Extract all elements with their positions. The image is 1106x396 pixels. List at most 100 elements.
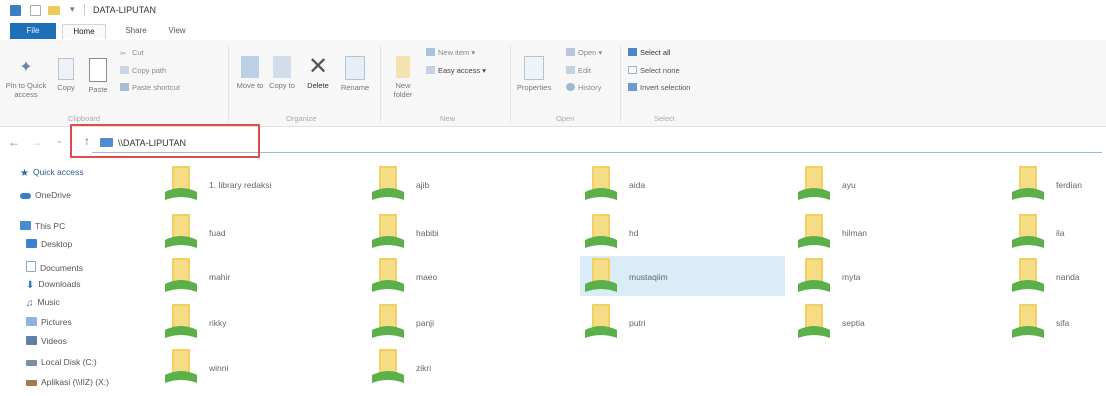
folder-icon (798, 214, 830, 248)
clipboard-group-label: Clipboard (68, 114, 101, 123)
back-arrow-icon[interactable]: ← (8, 135, 20, 149)
folder-icon (1012, 214, 1044, 248)
nav-documents[interactable]: Documents (26, 261, 83, 273)
easy-access-icon (426, 66, 435, 74)
folder-icon (165, 349, 197, 383)
paste-shortcut-button[interactable]: Paste shortcut (120, 83, 180, 93)
folder-item[interactable]: habibi (372, 212, 582, 258)
paste-button[interactable]: Paste (84, 58, 112, 94)
history-button[interactable]: History (566, 83, 601, 93)
folder-item[interactable]: ajib (372, 164, 582, 210)
open-button[interactable]: Open ▾ (566, 48, 602, 58)
nav-videos[interactable]: Videos (26, 336, 67, 346)
customize-qa-dropdown-icon[interactable]: ▾ (70, 4, 75, 15)
folder-item[interactable]: putri (585, 302, 795, 348)
folder-icon (585, 304, 617, 338)
folder-icon (372, 258, 404, 292)
music-icon: ♫ (26, 298, 34, 309)
folder-item[interactable]: mahir (165, 256, 375, 302)
copy-path-icon (120, 66, 129, 74)
folder-item[interactable]: aida (585, 164, 795, 210)
folder-item[interactable]: sifa (1012, 302, 1102, 348)
delete-button[interactable]: ✕ Delete (302, 55, 334, 91)
rename-button[interactable]: Rename (338, 56, 372, 92)
folder-item[interactable]: maeo (372, 256, 582, 302)
easy-access-button[interactable]: Easy access ▾ (426, 66, 486, 76)
forward-arrow-icon[interactable]: → (30, 135, 42, 149)
select-none-button[interactable]: Select none (628, 66, 680, 76)
folder-item[interactable]: ayu (798, 164, 1008, 210)
copy-path-label: Copy path (132, 66, 167, 75)
folder-name: nanda (1056, 272, 1080, 282)
folder-icon (1012, 304, 1044, 338)
explorer-app-icon (10, 5, 21, 16)
new-folder-button[interactable]: New folder (388, 56, 418, 99)
folder-icon (165, 166, 197, 200)
edit-button[interactable]: Edit (566, 66, 591, 76)
window-title: DATA-LIPUTAN (93, 5, 157, 15)
nav-music[interactable]: ♫ Music (26, 297, 60, 309)
folder-name: ayu (842, 180, 856, 190)
folder-item[interactable]: hilman (798, 212, 1008, 258)
invert-selection-button[interactable]: Invert selection (628, 83, 690, 93)
copy-to-label: Copy to (269, 81, 295, 90)
open-label: Open (578, 48, 597, 57)
copy-to-button[interactable]: Copy to (268, 56, 296, 90)
history-icon (566, 83, 575, 91)
properties-button[interactable]: Properties (514, 56, 554, 92)
nav-this-pc[interactable]: This PC (20, 221, 65, 231)
copy-path-button[interactable]: Copy path (120, 66, 166, 76)
disk-icon (26, 360, 37, 366)
folder-name: fuad (209, 228, 226, 238)
move-to-label: Move to (236, 81, 264, 90)
folder-name: septia (842, 318, 865, 328)
move-to-button[interactable]: Move to (236, 56, 264, 90)
invert-selection-label: Invert selection (640, 83, 691, 92)
tab-file[interactable]: File (10, 23, 56, 39)
folder-item[interactable]: myta (798, 256, 1008, 302)
select-none-icon (628, 66, 637, 74)
tab-home[interactable]: Home (62, 24, 106, 39)
nav-desktop[interactable]: Desktop (26, 239, 72, 249)
folder-item[interactable]: rikky (165, 302, 375, 348)
edit-label: Edit (578, 66, 591, 75)
folder-name: hilman (842, 228, 868, 238)
folder-name: myta (842, 272, 861, 282)
copy-button[interactable]: Copy (52, 58, 80, 92)
folder-icon (798, 258, 830, 292)
new-item-button[interactable]: New item ▾ (426, 48, 475, 58)
copy-label: Copy (57, 83, 75, 92)
folder-item[interactable]: septia (798, 302, 1008, 348)
nav-local-disk[interactable]: Local Disk (C:) (26, 357, 97, 367)
folder-name: 1. library redaksi (209, 180, 272, 190)
folder-item[interactable]: panji (372, 302, 582, 348)
folder-item[interactable]: mustaqiim (585, 256, 795, 302)
new-folder-qa-icon[interactable] (48, 6, 60, 15)
folder-item[interactable]: hd (585, 212, 795, 258)
new-folder-label: New folder (393, 81, 413, 99)
nav-pictures[interactable]: Pictures (26, 317, 72, 327)
folder-item[interactable]: winni (165, 347, 375, 393)
select-all-button[interactable]: Select all (628, 48, 670, 58)
pin-to-quick-access-button[interactable]: ✦ Pin to Quick access (4, 58, 48, 99)
nav-onedrive[interactable]: OneDrive (20, 190, 71, 200)
nav-downloads[interactable]: ⬇ Downloads (26, 279, 80, 291)
folder-item[interactable]: 1. library redaksi (165, 164, 375, 210)
folder-item[interactable]: nanda (1012, 256, 1102, 302)
tab-view[interactable]: View (160, 24, 194, 38)
properties-icon[interactable] (30, 5, 41, 16)
recent-locations-icon[interactable]: ⌄ (56, 136, 63, 145)
new-item-icon (426, 48, 435, 56)
folder-item[interactable]: ferdian (1012, 164, 1102, 210)
folder-item[interactable]: ila (1012, 212, 1102, 258)
folder-item[interactable]: fuad (165, 212, 375, 258)
folder-name: ajib (416, 180, 430, 190)
nav-network-drive[interactable]: Aplikasi (\\IIZ) (X:) (26, 377, 109, 387)
new-folder-icon (396, 56, 410, 78)
title-bar: ▾ DATA-LIPUTAN (0, 0, 1106, 22)
folder-item[interactable]: zikri (372, 347, 582, 393)
folder-name: ferdian (1056, 180, 1082, 190)
tab-share[interactable]: Share (118, 24, 154, 38)
cut-button[interactable]: ✂ Cut (120, 48, 144, 58)
nav-quick-access[interactable]: ★ Quick access (20, 167, 84, 179)
